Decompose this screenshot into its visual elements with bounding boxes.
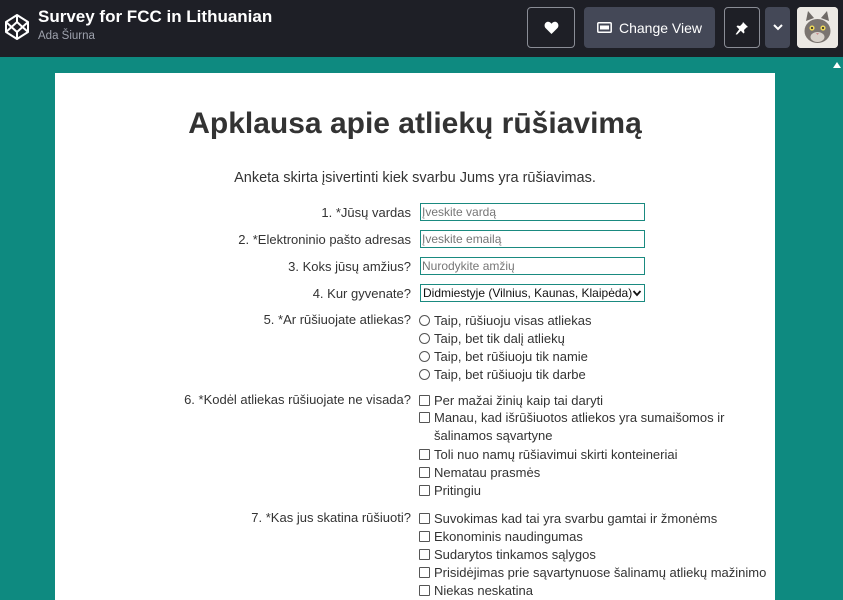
motivation-options: Suvokimas kad tai yra svarbu gamtai ir ž… (419, 509, 769, 599)
checkbox-option[interactable]: Pritingiu (419, 481, 729, 499)
option-label: Niekas neskatina (434, 582, 533, 598)
love-button[interactable] (527, 7, 575, 48)
residence-select[interactable]: Didmiestyje (Vilnius, Kaunas, Klaipėda) (420, 284, 645, 302)
survey-title: Apklausa apie atliekų rūšiavimą (188, 107, 642, 140)
checkbox-option[interactable]: Per mažai žinių kaip tai daryti (419, 391, 729, 409)
checkbox[interactable] (419, 566, 430, 578)
question-4-label: 4. Kur gyvenate? (312, 286, 411, 301)
checkbox[interactable] (419, 466, 430, 478)
pin-icon (735, 21, 748, 35)
change-view-button[interactable]: Change View (584, 7, 715, 48)
option-label: Taip, rūšiuoju visas atliekas (434, 312, 592, 328)
top-bar: Survey for FCC in Lithuanian Ada Šiurna … (0, 0, 843, 57)
checkbox[interactable] (419, 412, 430, 423)
survey-description: Anketa skirta įsivertinti kiek svarbu Ju… (234, 170, 596, 186)
email-input[interactable] (420, 230, 645, 248)
more-options-button[interactable] (765, 7, 790, 48)
recycling-options: Taip, rūšiuoju visas atliekas Taip, bet … (419, 311, 769, 383)
option-label: Suvokimas kad tai yra svarbu gamtai ir ž… (434, 510, 718, 526)
checkbox[interactable] (419, 584, 430, 596)
heart-icon (544, 21, 558, 34)
radio-button[interactable] (419, 314, 430, 326)
checkbox-option[interactable]: Prisidėjimas prie sąvartynuose šalinamų … (419, 563, 769, 581)
residence-select-value: Didmiestyje (Vilnius, Kaunas, Klaipėda) (423, 286, 633, 300)
radio-option[interactable]: Taip, bet tik dalį atliekų (419, 329, 769, 347)
pen-author[interactable]: Ada Šiurna (38, 30, 95, 42)
checkbox-option[interactable]: Manau, kad išrūšiuotos atliekos yra suma… (419, 409, 729, 445)
checkbox-option[interactable]: Toli nuo namų rūšiavimui skirti konteine… (419, 445, 729, 463)
checkbox[interactable] (419, 530, 430, 542)
name-input[interactable] (420, 203, 645, 221)
option-label: Taip, bet tik dalį atliekų (434, 330, 565, 346)
option-label: Taip, bet rūšiuoju tik darbe (434, 366, 586, 382)
option-label: Taip, bet rūšiuoju tik namie (434, 348, 588, 364)
pin-button[interactable] (724, 7, 760, 48)
question-7-label: 7. *Kas jus skatina rūšiuoti? (251, 510, 411, 525)
chevron-down-icon (632, 288, 642, 298)
cat-avatar-icon (797, 7, 838, 48)
chevron-down-icon (772, 24, 783, 31)
radio-button[interactable] (419, 332, 430, 344)
survey-card: Apklausa apie atliekų rūšiavimą Anketa s… (55, 73, 775, 600)
age-input[interactable] (420, 257, 645, 275)
option-label: Manau, kad išrūšiuotos atliekos yra suma… (434, 410, 725, 443)
question-1-label: 1. *Jūsų vardas (321, 205, 411, 220)
codepen-logo-icon[interactable] (4, 13, 30, 41)
change-view-icon (597, 22, 612, 33)
checkbox[interactable] (419, 394, 430, 406)
radio-option[interactable]: Taip, rūšiuoju visas atliekas (419, 311, 769, 329)
question-6-label: 6. *Kodėl atliekas rūšiuojate ne visada? (184, 392, 411, 407)
question-3-label: 3. Koks jūsų amžius? (288, 259, 411, 274)
avatar[interactable] (797, 7, 838, 48)
radio-option[interactable]: Taip, bet rūšiuoju tik darbe (419, 365, 769, 383)
question-5-label: 5. *Ar rūšiuojate atliekas? (263, 312, 411, 327)
option-label: Toli nuo namų rūšiavimui skirti konteine… (434, 446, 678, 462)
option-label: Per mažai žinių kaip tai daryti (434, 392, 604, 408)
option-label: Ekonominis naudingumas (434, 528, 583, 544)
checkbox[interactable] (419, 448, 430, 460)
scroll-up-arrow[interactable] (832, 60, 842, 70)
checkbox-option[interactable]: Sudarytos tinkamos sąlygos (419, 545, 769, 563)
checkbox-option[interactable]: Nematau prasmės (419, 463, 729, 481)
checkbox-option[interactable]: Ekonominis naudingumas (419, 527, 769, 545)
option-label: Prisidėjimas prie sąvartynuose šalinamų … (434, 564, 767, 580)
option-label: Sudarytos tinkamos sąlygos (434, 546, 596, 562)
checkbox-option[interactable]: Suvokimas kad tai yra svarbu gamtai ir ž… (419, 509, 769, 527)
reasons-options: Per mažai žinių kaip tai daryti Manau, k… (419, 391, 729, 499)
radio-button[interactable] (419, 350, 430, 362)
option-label: Pritingiu (434, 482, 481, 498)
change-view-label: Change View (618, 19, 703, 36)
radio-option[interactable]: Taip, bet rūšiuoju tik namie (419, 347, 769, 365)
checkbox[interactable] (419, 548, 430, 560)
pen-title[interactable]: Survey for FCC in Lithuanian (38, 7, 272, 27)
checkbox[interactable] (419, 484, 430, 496)
checkbox[interactable] (419, 512, 430, 524)
checkbox-option[interactable]: Niekas neskatina (419, 581, 769, 599)
question-2-label: 2. *Elektroninio pašto adresas (238, 232, 411, 247)
radio-button[interactable] (419, 368, 430, 380)
option-label: Nematau prasmės (434, 464, 541, 480)
